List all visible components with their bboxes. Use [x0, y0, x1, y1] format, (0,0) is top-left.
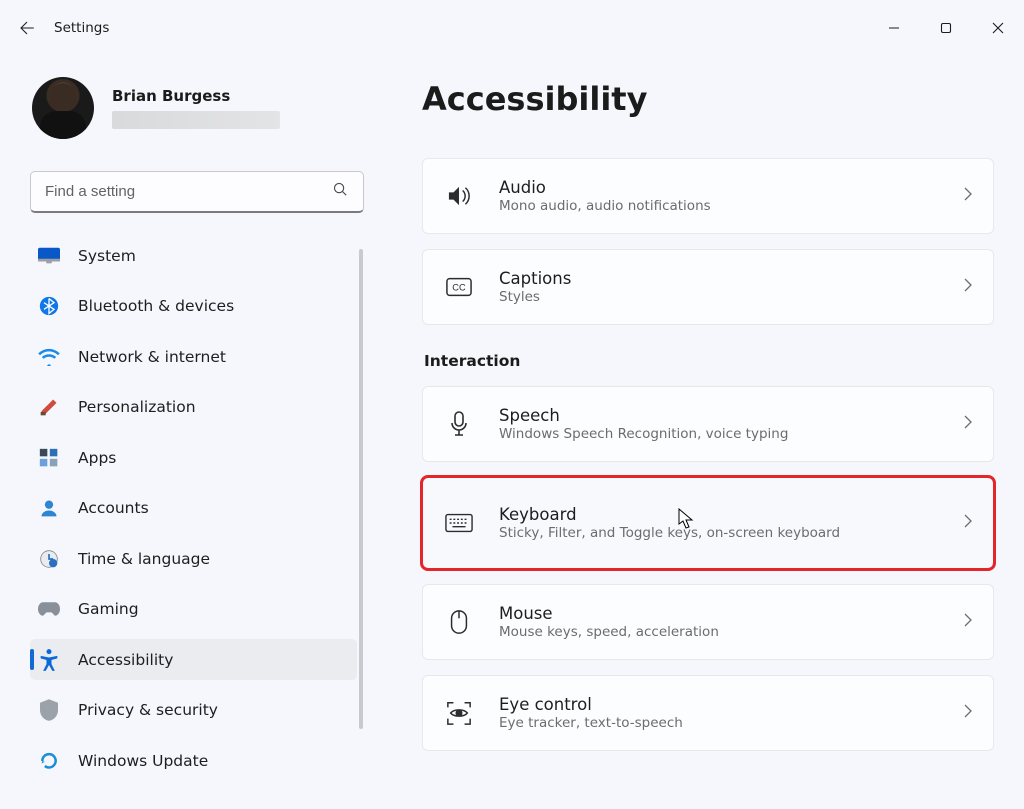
- arrow-left-icon: [18, 19, 36, 37]
- card-subtitle: Windows Speech Recognition, voice typing: [499, 426, 963, 442]
- minimize-icon: [888, 22, 900, 34]
- sidebar-item-apps[interactable]: Apps: [30, 437, 357, 478]
- sidebar-item-privacy[interactable]: Privacy & security: [30, 690, 357, 731]
- chevron-right-icon: [963, 277, 973, 297]
- maximize-button[interactable]: [920, 8, 972, 48]
- card-title: Audio: [499, 178, 963, 197]
- search-input[interactable]: [45, 183, 332, 200]
- apps-icon: [38, 447, 60, 469]
- window-title: Settings: [54, 19, 109, 36]
- card-mouse[interactable]: Mouse Mouse keys, speed, acceleration: [422, 584, 994, 660]
- chevron-right-icon: [963, 414, 973, 434]
- sidebar-item-label: Apps: [78, 449, 116, 467]
- card-subtitle: Sticky, Filter, and Toggle keys, on-scre…: [499, 525, 963, 541]
- chevron-right-icon: [963, 612, 973, 632]
- audio-icon: [445, 182, 473, 210]
- chevron-right-icon: [963, 513, 973, 533]
- nav-list: System Bluetooth & devices Network & int…: [30, 235, 357, 791]
- titlebar: Settings: [0, 0, 1024, 55]
- mouse-icon: [445, 608, 473, 636]
- system-icon: [38, 245, 60, 267]
- card-title: Speech: [499, 406, 963, 425]
- close-button[interactable]: [972, 8, 1024, 48]
- search-icon: [332, 181, 349, 202]
- scrollbar[interactable]: [359, 249, 363, 729]
- card-eyecontrol[interactable]: Eye control Eye tracker, text-to-speech: [422, 675, 994, 751]
- update-icon: [38, 750, 60, 772]
- sidebar-item-personalization[interactable]: Personalization: [30, 387, 357, 428]
- accessibility-icon: [38, 649, 60, 671]
- back-button[interactable]: [0, 0, 54, 55]
- sidebar-item-label: System: [78, 247, 136, 265]
- minimize-button[interactable]: [868, 8, 920, 48]
- user-block[interactable]: Brian Burgess: [32, 77, 357, 139]
- keyboard-icon: [445, 509, 473, 537]
- sidebar-item-label: Accessibility: [78, 651, 173, 669]
- sidebar-item-network[interactable]: Network & internet: [30, 336, 357, 377]
- page-title: Accessibility: [422, 80, 994, 118]
- sidebar: Brian Burgess System: [0, 55, 377, 809]
- card-title: Mouse: [499, 604, 963, 623]
- sidebar-item-label: Bluetooth & devices: [78, 297, 234, 315]
- card-subtitle: Styles: [499, 289, 963, 305]
- maximize-icon: [940, 22, 952, 34]
- sidebar-item-label: Gaming: [78, 600, 139, 618]
- card-speech[interactable]: Speech Windows Speech Recognition, voice…: [422, 386, 994, 462]
- person-icon: [38, 497, 60, 519]
- sidebar-item-system[interactable]: System: [30, 235, 357, 276]
- microphone-icon: [445, 410, 473, 438]
- card-keyboard[interactable]: Keyboard Sticky, Filter, and Toggle keys…: [422, 477, 994, 569]
- user-name: Brian Burgess: [112, 87, 280, 105]
- main-panel: Accessibility Audio Mono audio, audio no…: [377, 55, 1024, 809]
- bluetooth-icon: [38, 295, 60, 317]
- sidebar-item-label: Time & language: [78, 550, 210, 568]
- gamepad-icon: [38, 598, 60, 620]
- eye-focus-icon: [445, 699, 473, 727]
- chevron-right-icon: [963, 186, 973, 206]
- user-email-redacted: [112, 111, 280, 129]
- sidebar-item-label: Personalization: [78, 398, 196, 416]
- search-box[interactable]: [30, 171, 364, 213]
- card-subtitle: Eye tracker, text-to-speech: [499, 715, 963, 731]
- sidebar-item-update[interactable]: Windows Update: [30, 740, 357, 781]
- window-controls: [868, 8, 1024, 48]
- svg-text:CC: CC: [452, 283, 466, 293]
- card-title: Eye control: [499, 695, 963, 714]
- card-subtitle: Mouse keys, speed, acceleration: [499, 624, 963, 640]
- sidebar-item-bluetooth[interactable]: Bluetooth & devices: [30, 286, 357, 327]
- chevron-right-icon: [963, 703, 973, 723]
- sidebar-item-accessibility[interactable]: Accessibility: [30, 639, 357, 680]
- sidebar-item-label: Network & internet: [78, 348, 226, 366]
- section-label-interaction: Interaction: [424, 352, 994, 370]
- paintbrush-icon: [38, 396, 60, 418]
- close-icon: [992, 22, 1004, 34]
- captions-icon: CC: [445, 273, 473, 301]
- sidebar-item-label: Privacy & security: [78, 701, 218, 719]
- sidebar-item-label: Windows Update: [78, 752, 208, 770]
- sidebar-item-gaming[interactable]: Gaming: [30, 589, 357, 630]
- card-title: Captions: [499, 269, 963, 288]
- avatar: [32, 77, 94, 139]
- card-subtitle: Mono audio, audio notifications: [499, 198, 963, 214]
- card-group-interaction: Speech Windows Speech Recognition, voice…: [422, 386, 994, 758]
- shield-icon: [38, 699, 60, 721]
- card-audio[interactable]: Audio Mono audio, audio notifications: [422, 158, 994, 234]
- card-captions[interactable]: CC Captions Styles: [422, 249, 994, 325]
- card-group-hearing: Audio Mono audio, audio notifications CC…: [422, 158, 994, 332]
- wifi-icon: [38, 346, 60, 368]
- sidebar-item-accounts[interactable]: Accounts: [30, 488, 357, 529]
- sidebar-item-time[interactable]: Time & language: [30, 538, 357, 579]
- card-title: Keyboard: [499, 505, 963, 524]
- sidebar-item-label: Accounts: [78, 499, 149, 517]
- clock-globe-icon: [38, 548, 60, 570]
